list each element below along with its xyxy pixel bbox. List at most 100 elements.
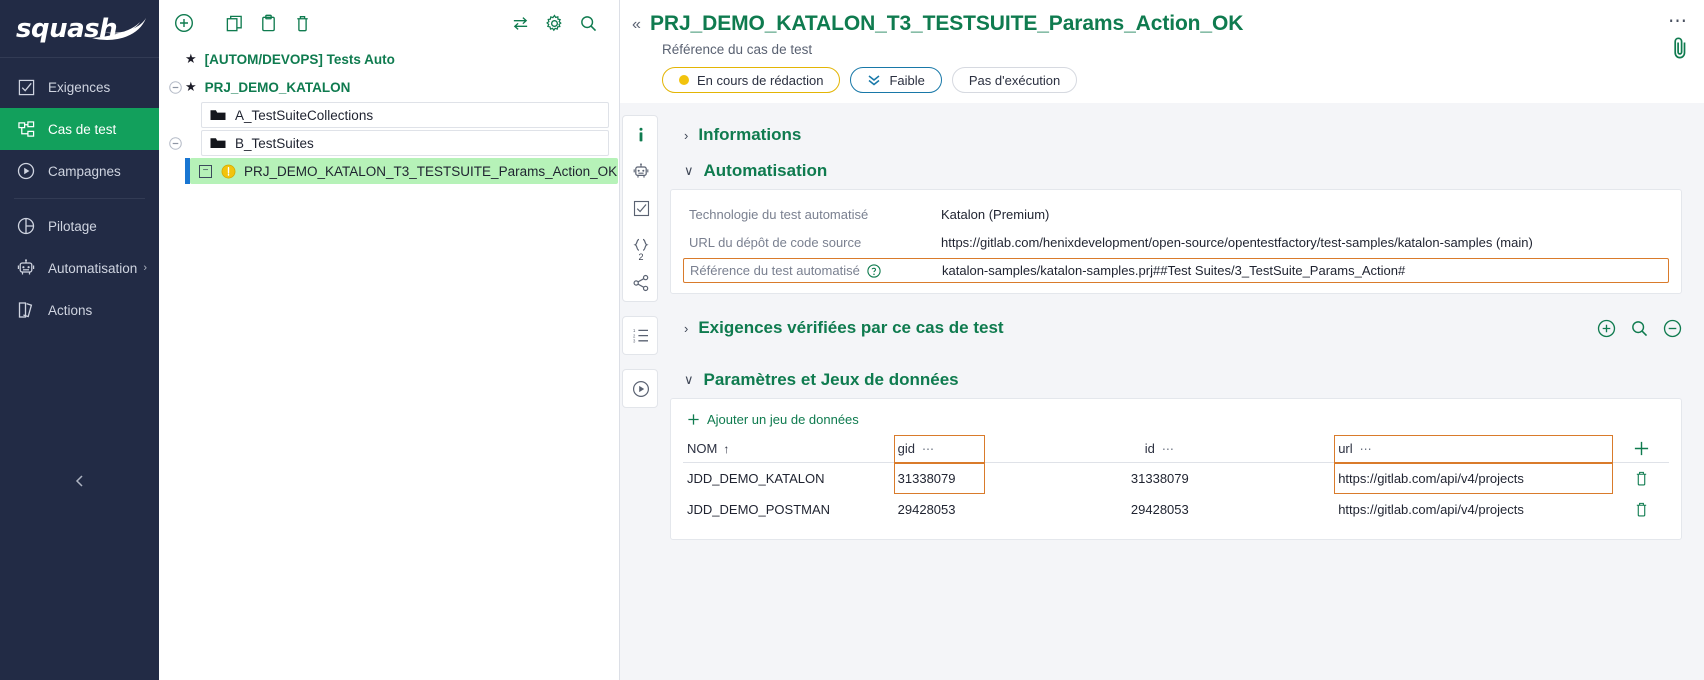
tree-node-project-1[interactable]: ★ [AUTOM/DEVOPS] Tests Auto (159, 45, 619, 73)
column-header-gid[interactable]: gid⋯ (894, 435, 986, 463)
cell-url[interactable]: https://gitlab.com/api/v4/projects (1334, 494, 1613, 525)
settings-icon[interactable] (537, 8, 571, 38)
tree-node-label: [AUTOM/DEVOPS] Tests Auto (205, 52, 395, 67)
folder-icon (210, 109, 226, 121)
remove-circle-icon[interactable] (1663, 319, 1682, 338)
star-icon: ★ (185, 51, 197, 67)
column-header-id[interactable]: id ⋯ (985, 435, 1334, 463)
cell-nom[interactable]: JDD_DEMO_POSTMAN (683, 494, 894, 525)
trash-icon (1617, 501, 1665, 518)
cell-nom[interactable]: JDD_DEMO_KATALON (683, 463, 894, 495)
add-icon[interactable] (167, 8, 201, 38)
collapse-toggle-icon[interactable] (167, 135, 183, 151)
sidebar-item-cas-de-test[interactable]: Cas de test (0, 108, 159, 150)
field-value: katalon-samples/katalon-samples.prj##Tes… (942, 263, 1405, 278)
table-row[interactable]: JDD_DEMO_KATALON 31338079 31338079 https… (683, 463, 1669, 495)
cell-id[interactable]: 31338079 (985, 463, 1334, 495)
delete-row-button[interactable] (1613, 463, 1669, 495)
double-chevron-down-icon (867, 74, 881, 86)
robot-icon[interactable] (623, 153, 659, 190)
collapse-toggle-icon[interactable] (167, 79, 183, 95)
robot-icon (16, 258, 36, 278)
copy-icon[interactable] (217, 8, 251, 38)
expand-toggle-icon[interactable]: − (199, 165, 212, 178)
attachment-icon[interactable] (1670, 36, 1690, 60)
section-title: Automatisation (704, 161, 828, 181)
twisty-placeholder (167, 107, 183, 123)
panel-collapse-button[interactable]: « (620, 10, 650, 34)
column-header-nom[interactable]: NOM↑ (683, 435, 894, 463)
sidebar-item-label: Pilotage (48, 219, 97, 234)
field-technologie: Technologie du test automatisé Katalon (… (683, 200, 1669, 228)
column-label: url (1338, 441, 1352, 456)
section-actions (1597, 319, 1682, 338)
sidebar-item-automatisation[interactable]: Automatisation › (0, 247, 159, 289)
column-menu-icon[interactable]: ⋯ (1162, 442, 1175, 456)
add-column-button[interactable] (1613, 435, 1669, 463)
star-icon: ★ (185, 79, 197, 95)
delete-icon[interactable] (285, 8, 319, 38)
sidebar-item-pilotage[interactable]: Pilotage (0, 205, 159, 247)
page-subtitle: Référence du cas de test (620, 42, 1686, 57)
warning-icon (221, 164, 236, 179)
chevron-right-icon: › (684, 128, 688, 143)
information-icon[interactable] (623, 116, 659, 153)
sidebar-item-label: Exigences (48, 80, 110, 95)
section-parametres[interactable]: ∨ Paramètres et Jeux de données (670, 362, 1682, 398)
tree-node-folder-a[interactable]: A_TestSuiteCollections (159, 101, 619, 129)
paste-icon[interactable] (251, 8, 285, 38)
sort-asc-icon[interactable]: ↑ (723, 442, 729, 456)
add-circle-icon[interactable] (1597, 319, 1616, 338)
column-header-url[interactable]: url ⋯ (1334, 435, 1613, 463)
priority-badge[interactable]: Faible (850, 67, 941, 93)
cell-gid[interactable]: 29428053 (894, 494, 986, 525)
tree-node-box[interactable]: − PRJ_DEMO_KATALON_T3_TESTSUITE_Params_A… (190, 158, 618, 184)
execution-badge[interactable]: Pas d'exécution (952, 67, 1077, 93)
ordered-list-icon[interactable]: 123 (623, 317, 659, 354)
table-row[interactable]: JDD_DEMO_POSTMAN 29428053 29428053 https… (683, 494, 1669, 525)
trash-icon (1617, 470, 1665, 487)
logo-swoosh-icon (90, 12, 148, 44)
cell-url[interactable]: https://gitlab.com/api/v4/projects (1334, 463, 1613, 495)
search-icon[interactable] (571, 8, 605, 38)
section-automatisation[interactable]: ∨ Automatisation (670, 153, 1682, 189)
priority-badge-label: Faible (889, 73, 924, 88)
play-circle-icon[interactable] (623, 370, 659, 407)
more-options-button[interactable]: ⋯ (1668, 10, 1688, 33)
sidebar-item-campagnes[interactable]: Campagnes (0, 150, 159, 192)
field-label: Technologie du test automatisé (683, 207, 941, 222)
nav-collapse-button[interactable] (0, 474, 159, 488)
tree-node-project-2[interactable]: ★ PRJ_DEMO_KATALON (159, 73, 619, 101)
section-exigences[interactable]: › Exigences vérifiées par ce cas de test (670, 310, 1682, 346)
add-dataset-label: Ajouter un jeu de données (707, 412, 859, 427)
chevron-right-icon: › (684, 321, 688, 336)
field-reference-test-automatise[interactable]: Référence du test automatisé katalon-sam… (683, 258, 1669, 283)
help-icon[interactable] (867, 264, 881, 278)
cell-gid[interactable]: 31338079 (894, 463, 986, 495)
share-icon[interactable] (623, 264, 659, 301)
sidebar-item-exigences[interactable]: Exigences (0, 66, 159, 108)
column-menu-icon[interactable]: ⋯ (922, 442, 935, 456)
detail-icon-rail: 2 123 (620, 103, 660, 680)
status-badge[interactable]: En cours de rédaction (662, 67, 840, 93)
section-informations[interactable]: › Informations (670, 117, 1682, 153)
tree-node-box[interactable]: B_TestSuites (201, 130, 609, 156)
column-menu-icon[interactable]: ⋯ (1360, 442, 1373, 456)
delete-row-button[interactable] (1613, 494, 1669, 525)
transfer-icon[interactable] (503, 8, 537, 38)
detail-panel: « PRJ_DEMO_KATALON_T3_TESTSUITE_Params_A… (620, 0, 1704, 680)
cell-id[interactable]: 29428053 (985, 494, 1334, 525)
column-label: id (1145, 441, 1155, 456)
app-logo[interactable]: squash (0, 0, 159, 58)
add-dataset-button[interactable]: Ajouter un jeu de données (683, 409, 1669, 435)
braces-icon[interactable]: 2 (623, 227, 659, 264)
sidebar-item-actions[interactable]: Actions (0, 289, 159, 331)
checkbox-icon[interactable] (623, 190, 659, 227)
tree-node-box[interactable]: A_TestSuiteCollections (201, 102, 609, 128)
tree-node-folder-b[interactable]: B_TestSuites (159, 129, 619, 157)
tree-node-testcase-selected[interactable]: − PRJ_DEMO_KATALON_T3_TESTSUITE_Params_A… (159, 157, 619, 185)
dataset-table-body: JDD_DEMO_KATALON 31338079 31338079 https… (683, 463, 1669, 526)
rail-group-execution (622, 369, 658, 408)
detail-header: « PRJ_DEMO_KATALON_T3_TESTSUITE_Params_A… (620, 0, 1704, 103)
search-icon[interactable] (1630, 319, 1649, 338)
